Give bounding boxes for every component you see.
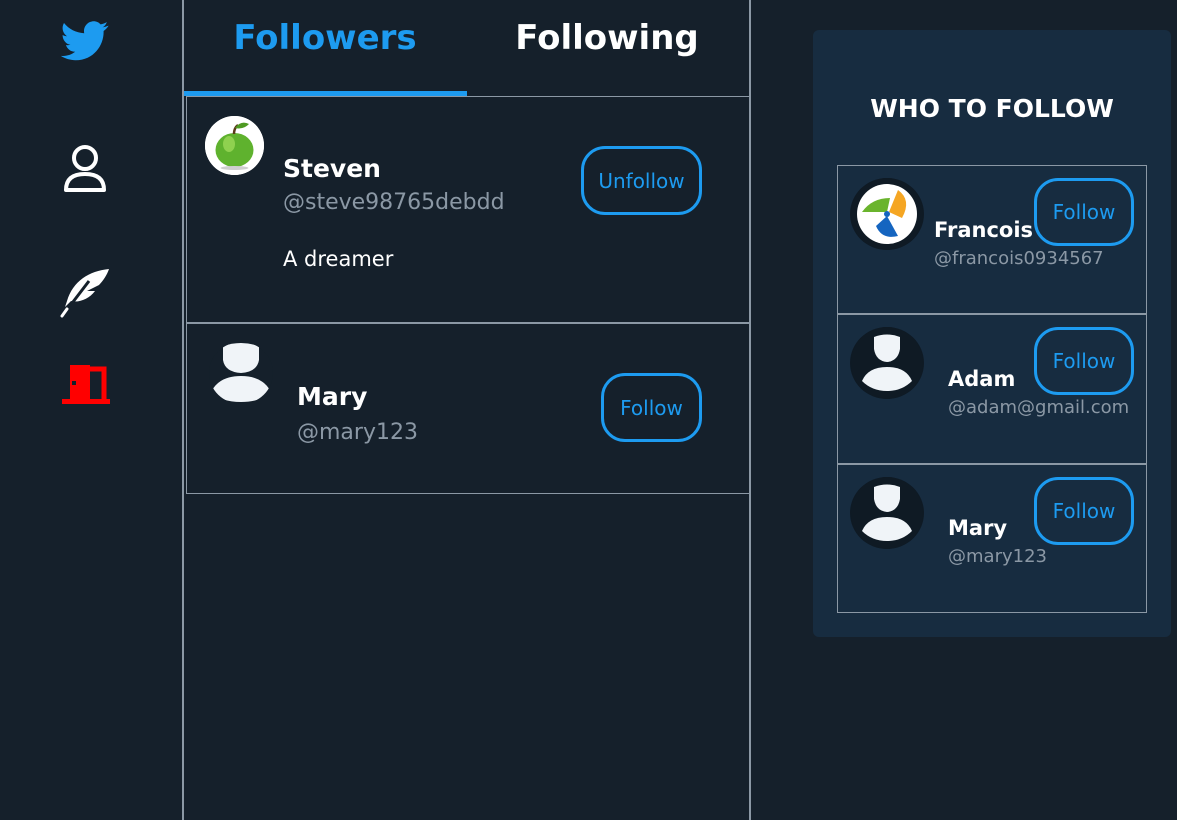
suggestion-handle: @adam@gmail.com <box>948 397 1130 418</box>
avatar[interactable] <box>209 342 273 404</box>
tab-followers[interactable]: Followers <box>184 0 466 96</box>
who-to-follow-panel: WHO TO FOLLOW Francois @francois0934567 … <box>813 30 1171 637</box>
suggestion-name[interactable]: Adam <box>948 367 1015 391</box>
suggestion-handle: @mary123 <box>948 546 1047 567</box>
suggestion-name[interactable]: Mary <box>948 516 1007 540</box>
default-user-avatar-icon <box>851 327 923 399</box>
suggestion-item[interactable]: Adam @adam@gmail.com Follow <box>837 314 1147 464</box>
suggestion-item[interactable]: Francois @francois0934567 Follow <box>837 165 1147 314</box>
follow-button[interactable]: Follow <box>1034 327 1134 395</box>
avatar[interactable] <box>850 178 924 250</box>
suggestion-handle: @francois0934567 <box>934 248 1104 269</box>
suggestion-name[interactable]: Francois <box>934 218 1033 242</box>
pinwheel-logo-avatar-icon <box>851 178 923 250</box>
avatar[interactable] <box>205 116 264 175</box>
follower-card[interactable]: Mary @mary123 Follow <box>186 323 750 494</box>
follow-button[interactable]: Follow <box>1034 477 1134 545</box>
feather-icon[interactable] <box>58 266 112 320</box>
tab-bar: Followers Following <box>184 0 749 96</box>
default-user-avatar-icon <box>851 477 923 549</box>
left-nav <box>0 0 182 820</box>
unfollow-button[interactable]: Unfollow <box>581 146 702 215</box>
app-root: Followers Following Steven @steve98765de… <box>0 0 1177 820</box>
logout-door-icon[interactable] <box>58 362 112 406</box>
follower-card[interactable]: Steven @steve98765debdd A dreamer Unfoll… <box>186 96 750 323</box>
follower-name[interactable]: Steven <box>283 154 381 183</box>
profile-icon[interactable] <box>60 143 110 195</box>
suggestion-item[interactable]: Mary @mary123 Follow <box>837 464 1147 613</box>
avatar[interactable] <box>850 327 924 399</box>
followers-column: Followers Following Steven @steve98765de… <box>182 0 751 820</box>
follow-button[interactable]: Follow <box>1034 178 1134 246</box>
follower-name[interactable]: Mary <box>297 382 367 411</box>
panel-title: WHO TO FOLLOW <box>870 94 1114 123</box>
tab-following[interactable]: Following <box>466 0 748 96</box>
follower-handle: @steve98765debdd <box>283 190 505 215</box>
follower-handle: @mary123 <box>297 420 418 445</box>
twitter-bird-icon[interactable] <box>60 18 110 64</box>
avatar[interactable] <box>850 477 924 549</box>
follower-bio: A dreamer <box>283 247 394 271</box>
default-user-avatar-icon <box>209 342 273 404</box>
follow-button[interactable]: Follow <box>601 373 702 442</box>
green-apple-avatar-icon <box>205 116 264 175</box>
